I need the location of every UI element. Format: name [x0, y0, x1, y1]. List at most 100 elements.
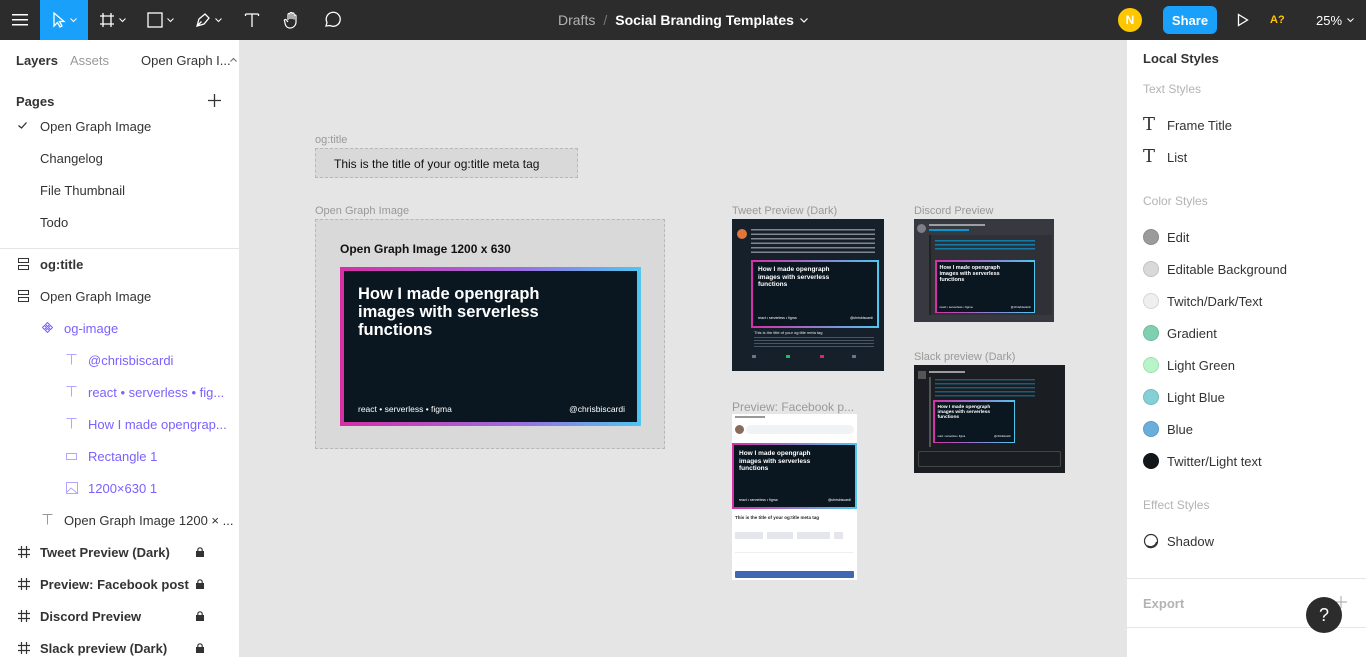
color-swatch [1143, 357, 1159, 373]
text-style-icon: T [1143, 146, 1156, 167]
hamburger-icon [12, 14, 28, 26]
canvas[interactable]: og:title This is the title of your og:ti… [240, 40, 1126, 657]
file-name[interactable]: Social Branding Templates [615, 12, 794, 28]
text-style-frame-title[interactable]: T Frame Title [1143, 113, 1232, 137]
layer-discord-preview[interactable]: Discord Preview [0, 601, 239, 633]
user-avatar[interactable]: N [1118, 8, 1142, 32]
text-icon [66, 354, 77, 365]
help-button[interactable]: ? [1306, 597, 1342, 633]
lock-icon[interactable] [196, 643, 204, 653]
layer-handle-text[interactable]: @chrisbiscardi [0, 345, 239, 377]
toolbar: Drafts / Social Branding Templates N Sha… [0, 0, 1366, 40]
color-swatch [1143, 453, 1159, 469]
text-style-list[interactable]: T List [1143, 145, 1187, 169]
pen-tool-button[interactable] [184, 0, 232, 40]
tweet-card: How I made opengraph images with serverl… [751, 260, 879, 328]
color-style-label: Gradient [1167, 325, 1217, 341]
layer-label: @chrisbiscardi [88, 353, 174, 368]
color-style-label: Light Blue [1167, 389, 1225, 405]
frame-label-og-title[interactable]: og:title [315, 134, 347, 146]
lock-icon[interactable] [196, 547, 204, 557]
layer-rectangle-1[interactable]: Rectangle 1 [0, 441, 239, 473]
color-style-row[interactable]: Light Green [1143, 353, 1235, 377]
frame-label-slack-preview[interactable]: Slack preview (Dark) [914, 351, 1015, 363]
frame-label-facebook-preview[interactable]: Preview: Facebook p... [732, 400, 854, 414]
color-style-label: Twitter/Light text [1167, 453, 1262, 469]
move-tool-button[interactable] [40, 0, 88, 40]
frame-label-tweet-preview[interactable]: Tweet Preview (Dark) [732, 205, 837, 217]
cursor-arrow-icon [52, 12, 66, 28]
frame-label-open-graph-image[interactable]: Open Graph Image [315, 205, 409, 217]
layer-open-graph-image[interactable]: Open Graph Image [0, 281, 239, 313]
lock-icon[interactable] [196, 579, 204, 589]
color-swatch [1143, 325, 1159, 341]
share-button[interactable]: Share [1163, 6, 1217, 34]
tab-assets[interactable]: Assets [70, 53, 109, 68]
facebook-preview-frame[interactable]: How I made opengraph images with serverl… [732, 414, 857, 580]
discord-preview-frame[interactable]: How I made opengraph images with serverl… [914, 219, 1054, 322]
layer-label: Preview: Facebook post [40, 577, 189, 592]
color-style-row[interactable]: Twitch/Dark/Text [1143, 289, 1262, 313]
layer-tags-text[interactable]: react • serverless • fig... [0, 377, 239, 409]
hand-tool-button[interactable] [272, 0, 312, 40]
tweet-card-title: How I made opengraph images with serverl… [758, 266, 830, 288]
layer-slack-preview[interactable]: Slack preview (Dark) [0, 633, 239, 657]
current-page-selector[interactable]: Open Graph I... [141, 53, 231, 68]
slack-composer [918, 451, 1061, 467]
component-icon [42, 322, 53, 333]
shape-tool-button[interactable] [136, 0, 184, 40]
text-style-icon: T [1143, 114, 1156, 135]
page-item-todo[interactable]: Todo [0, 208, 239, 240]
layer-og-title[interactable]: og:title [0, 249, 239, 281]
hand-icon [283, 11, 297, 29]
chevron-down-icon [118, 17, 126, 22]
color-style-row[interactable]: Light Blue [1143, 385, 1225, 409]
color-style-row[interactable]: Editable Background [1143, 257, 1287, 281]
main-menu-button[interactable] [0, 0, 40, 40]
slack-preview-frame[interactable]: How I made opengraph images with serverl… [914, 365, 1065, 473]
frame-tool-button[interactable] [88, 0, 136, 40]
open-graph-image-frame[interactable]: Open Graph Image 1200 x 630 How I made o… [315, 219, 665, 449]
tab-layers[interactable]: Layers [16, 53, 58, 68]
layer-label: Tweet Preview (Dark) [40, 545, 170, 560]
layer-tweet-preview[interactable]: Tweet Preview (Dark) [0, 537, 239, 569]
rectangle-icon [146, 12, 163, 28]
page-item-file-thumbnail[interactable]: File Thumbnail [0, 176, 239, 208]
text-style-label: List [1167, 149, 1188, 165]
comment-tool-button[interactable] [312, 0, 352, 40]
accessibility-check[interactable]: A? [1270, 0, 1285, 40]
layer-heading-text[interactable]: Open Graph Image 1200 × ... [0, 505, 239, 537]
layers-panel: Layers Assets Open Graph I... Pages Open… [0, 40, 240, 657]
effect-style-shadow[interactable]: Shadow [1143, 529, 1214, 553]
color-style-row[interactable]: Blue [1143, 417, 1193, 441]
fb-title-line: This is the title of your og:title meta … [735, 515, 820, 520]
color-swatch [1143, 293, 1159, 309]
color-style-row[interactable]: Twitter/Light text [1143, 449, 1262, 473]
layer-title-text[interactable]: How I made opengrap... [0, 409, 239, 441]
og-image-card[interactable]: How I made opengraph images with serverl… [340, 267, 641, 426]
og-image-heading: Open Graph Image 1200 x 630 [340, 242, 511, 256]
text-tool-button[interactable] [232, 0, 272, 40]
plus-icon[interactable] [208, 94, 221, 107]
chevron-down-icon[interactable] [799, 17, 808, 23]
layer-image[interactable]: 1200×630 1 [0, 473, 239, 505]
tweet-preview-frame[interactable]: How I made opengraph images with serverl… [732, 219, 884, 371]
comment-icon [325, 11, 341, 27]
og-title-frame[interactable]: This is the title of your og:title meta … [315, 148, 578, 178]
breadcrumb-drafts[interactable]: Drafts [558, 12, 595, 28]
present-button[interactable] [1230, 0, 1256, 40]
color-style-row[interactable]: Gradient [1143, 321, 1217, 345]
zoom-dropdown[interactable]: 25% [1316, 0, 1354, 40]
layer-label: Slack preview (Dark) [40, 641, 168, 656]
page-item-open-graph-image[interactable]: Open Graph Image [0, 112, 239, 144]
frame-label-discord-preview[interactable]: Discord Preview [914, 205, 993, 217]
chevron-down-icon [166, 17, 174, 22]
chevron-up-icon[interactable] [230, 57, 237, 62]
layer-facebook-preview[interactable]: Preview: Facebook post [0, 569, 239, 601]
color-style-row[interactable]: Edit [1143, 225, 1189, 249]
slack-card-tags: react • serverless • figma [937, 434, 966, 438]
og-card-handle: @chrisbiscardi [569, 404, 625, 414]
page-item-changelog[interactable]: Changelog [0, 144, 239, 176]
lock-icon[interactable] [196, 611, 204, 621]
layer-og-image[interactable]: og-image [0, 313, 239, 345]
